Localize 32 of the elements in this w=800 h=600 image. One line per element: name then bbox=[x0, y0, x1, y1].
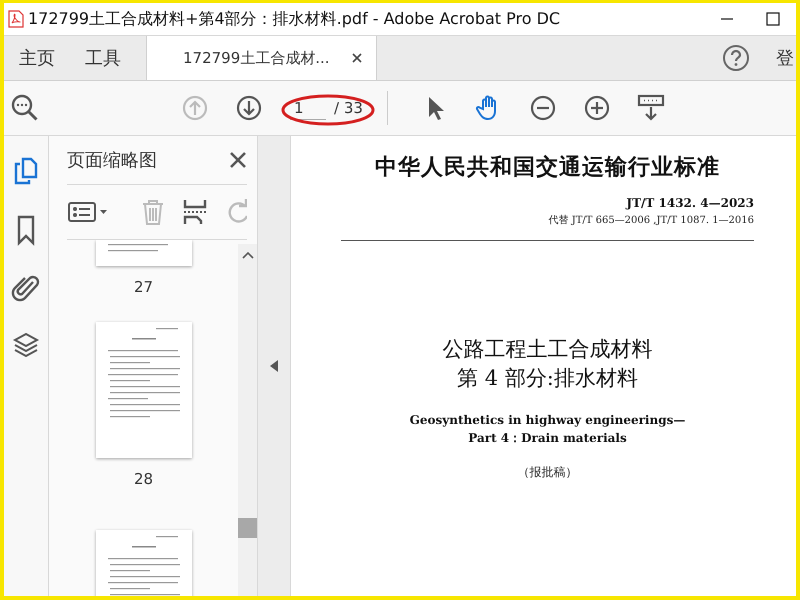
sign-in-link[interactable]: 登 bbox=[776, 46, 796, 70]
chevron-up-icon[interactable] bbox=[242, 250, 254, 260]
collapse-arrow-icon[interactable] bbox=[270, 360, 278, 372]
page-thumbnail[interactable] bbox=[96, 322, 192, 458]
page-number: 28 bbox=[134, 470, 154, 488]
replaces-note: 代替 JT/T 665—2006 ,JT/T 1087. 1—2016 bbox=[548, 214, 754, 227]
panel-title: 页面缩略图 bbox=[67, 149, 157, 172]
close-icon[interactable] bbox=[352, 53, 362, 63]
document-tab[interactable]: 172799土工合成材... bbox=[146, 36, 377, 80]
page-number-field[interactable]: 1 bbox=[290, 96, 326, 120]
standard-number: JT/T 1432. 4—2023 bbox=[624, 196, 754, 210]
nav-tab[interactable]: 主页 bbox=[4, 36, 70, 80]
scrollbar[interactable] bbox=[238, 244, 257, 596]
nav-tab[interactable]: 工具 bbox=[70, 36, 136, 80]
maximize-icon bbox=[766, 12, 780, 26]
page-count: / 33 bbox=[334, 99, 363, 117]
close-icon[interactable] bbox=[229, 151, 247, 169]
english-title: Part 4：Drain materials bbox=[467, 430, 628, 447]
english-title: Geosynthetics in highway engineerings— bbox=[408, 412, 686, 429]
insert-pages-icon[interactable] bbox=[181, 198, 209, 226]
keyboard-arrow-icon[interactable] bbox=[636, 93, 666, 123]
scrollbar-thumb[interactable] bbox=[238, 518, 257, 538]
page-number: 27 bbox=[134, 278, 154, 296]
help-icon[interactable] bbox=[722, 44, 750, 72]
draft-note: （报批稿） bbox=[516, 464, 578, 481]
document-heading: 中华人民共和国交通运输行业标准 bbox=[374, 153, 721, 182]
document-title: 公路工程土工合成材料 bbox=[442, 336, 654, 363]
page-thumbnail[interactable] bbox=[96, 240, 192, 266]
search-icon[interactable] bbox=[10, 93, 40, 123]
pdf-file-icon bbox=[8, 10, 24, 28]
window-title: 172799土工合成材料+第4部分：排水材料.pdf - Adobe Acrobat Pro DC bbox=[28, 8, 562, 30]
document-title: 第 4 部分:排水材料 bbox=[456, 365, 639, 392]
